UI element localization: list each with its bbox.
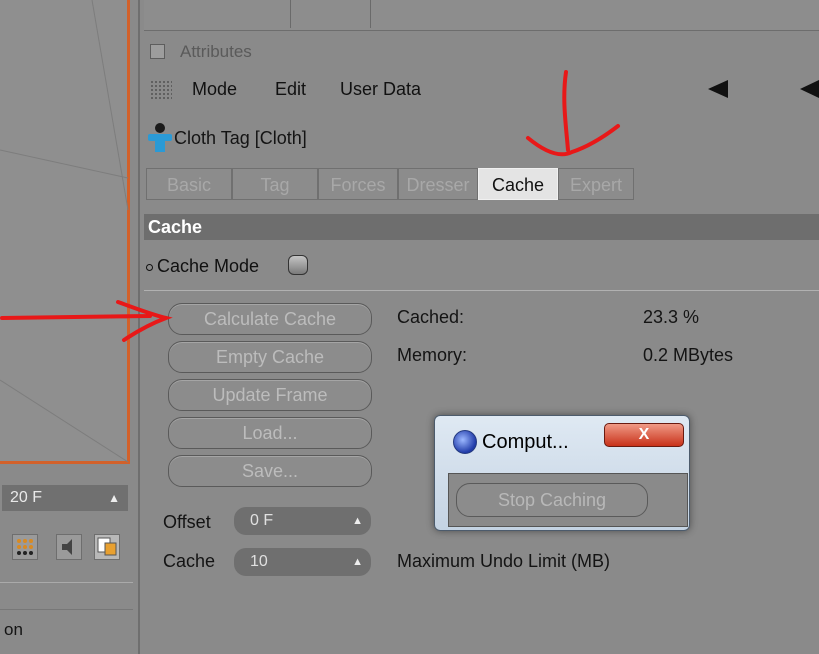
cloth-tag-icon (148, 123, 172, 152)
tab-forces[interactable]: Forces (318, 168, 398, 200)
tab-cache[interactable]: Cache (478, 168, 558, 200)
undo-limit-label: Maximum Undo Limit (MB) (397, 551, 611, 571)
dialog-title: Comput... (482, 431, 569, 453)
app-icon (453, 430, 477, 454)
tab-tag[interactable]: Tag (232, 168, 318, 200)
update-frame-button[interactable]: Update Frame (168, 379, 372, 411)
memory-value: 0.2 MBytes (643, 345, 734, 365)
calculate-cache-button[interactable]: Calculate Cache (168, 303, 372, 335)
section-bar (144, 214, 819, 240)
cache-value: 10 (250, 553, 268, 570)
save-button[interactable]: Save... (168, 455, 372, 487)
cache-mode-label: Cache Mode (157, 256, 260, 276)
load-button[interactable]: Load... (168, 417, 372, 449)
tag-title: Cloth Tag [Cloth] (174, 128, 307, 148)
menu-mode[interactable]: Mode (192, 79, 237, 100)
left-toolbar (8, 530, 130, 566)
frame-value: 20 F (10, 489, 43, 506)
offset-spinner-icon[interactable]: ▲ (352, 507, 363, 535)
stop-caching-button[interactable]: Stop Caching (456, 483, 648, 517)
viewport-wireframe (0, 0, 129, 463)
left-row-label: on (4, 620, 23, 639)
bullet-icon (146, 263, 153, 271)
attributes-title: Attributes (180, 42, 252, 61)
left-panel-row (0, 582, 133, 610)
cached-label: Cached: (397, 307, 465, 327)
tab-dresser[interactable]: Dresser (398, 168, 478, 200)
speaker-icon[interactable] (56, 534, 82, 560)
frame-spinner-icon[interactable]: ▲ (108, 485, 120, 511)
cache-spinner-icon[interactable]: ▲ (352, 548, 363, 576)
close-button[interactable]: X (604, 423, 684, 447)
layout-icon[interactable] (94, 534, 120, 560)
empty-cache-button[interactable]: Empty Cache (168, 341, 372, 373)
back-arrow-icon[interactable] (708, 80, 728, 98)
cache-mode-toggle[interactable] (288, 255, 308, 275)
cache-field[interactable]: 10 ▲ (234, 548, 371, 576)
memory-label: Memory: (397, 345, 468, 365)
tab-expert[interactable]: Expert (558, 168, 634, 200)
menu-edit[interactable]: Edit (275, 79, 306, 100)
cache-label: Cache (163, 551, 216, 571)
offset-field[interactable]: 0 F ▲ (234, 507, 371, 535)
grip-icon[interactable] (150, 80, 172, 100)
divider (144, 290, 819, 291)
grid-dots-icon[interactable] (12, 534, 38, 560)
tab-basic[interactable]: Basic (146, 168, 232, 200)
cached-value: 23.3 % (643, 307, 700, 327)
forward-arrow-icon[interactable] (800, 80, 819, 98)
frame-field[interactable]: 20 F ▲ (2, 485, 128, 511)
cache-mode-row: Cache Mode (146, 256, 259, 277)
section-title: Cache (148, 217, 203, 237)
menu-user-data[interactable]: User Data (340, 79, 421, 100)
attributes-checkbox[interactable] (150, 44, 165, 59)
top-toolbar (144, 0, 819, 31)
offset-label: Offset (163, 512, 211, 532)
offset-value: 0 F (250, 512, 274, 529)
